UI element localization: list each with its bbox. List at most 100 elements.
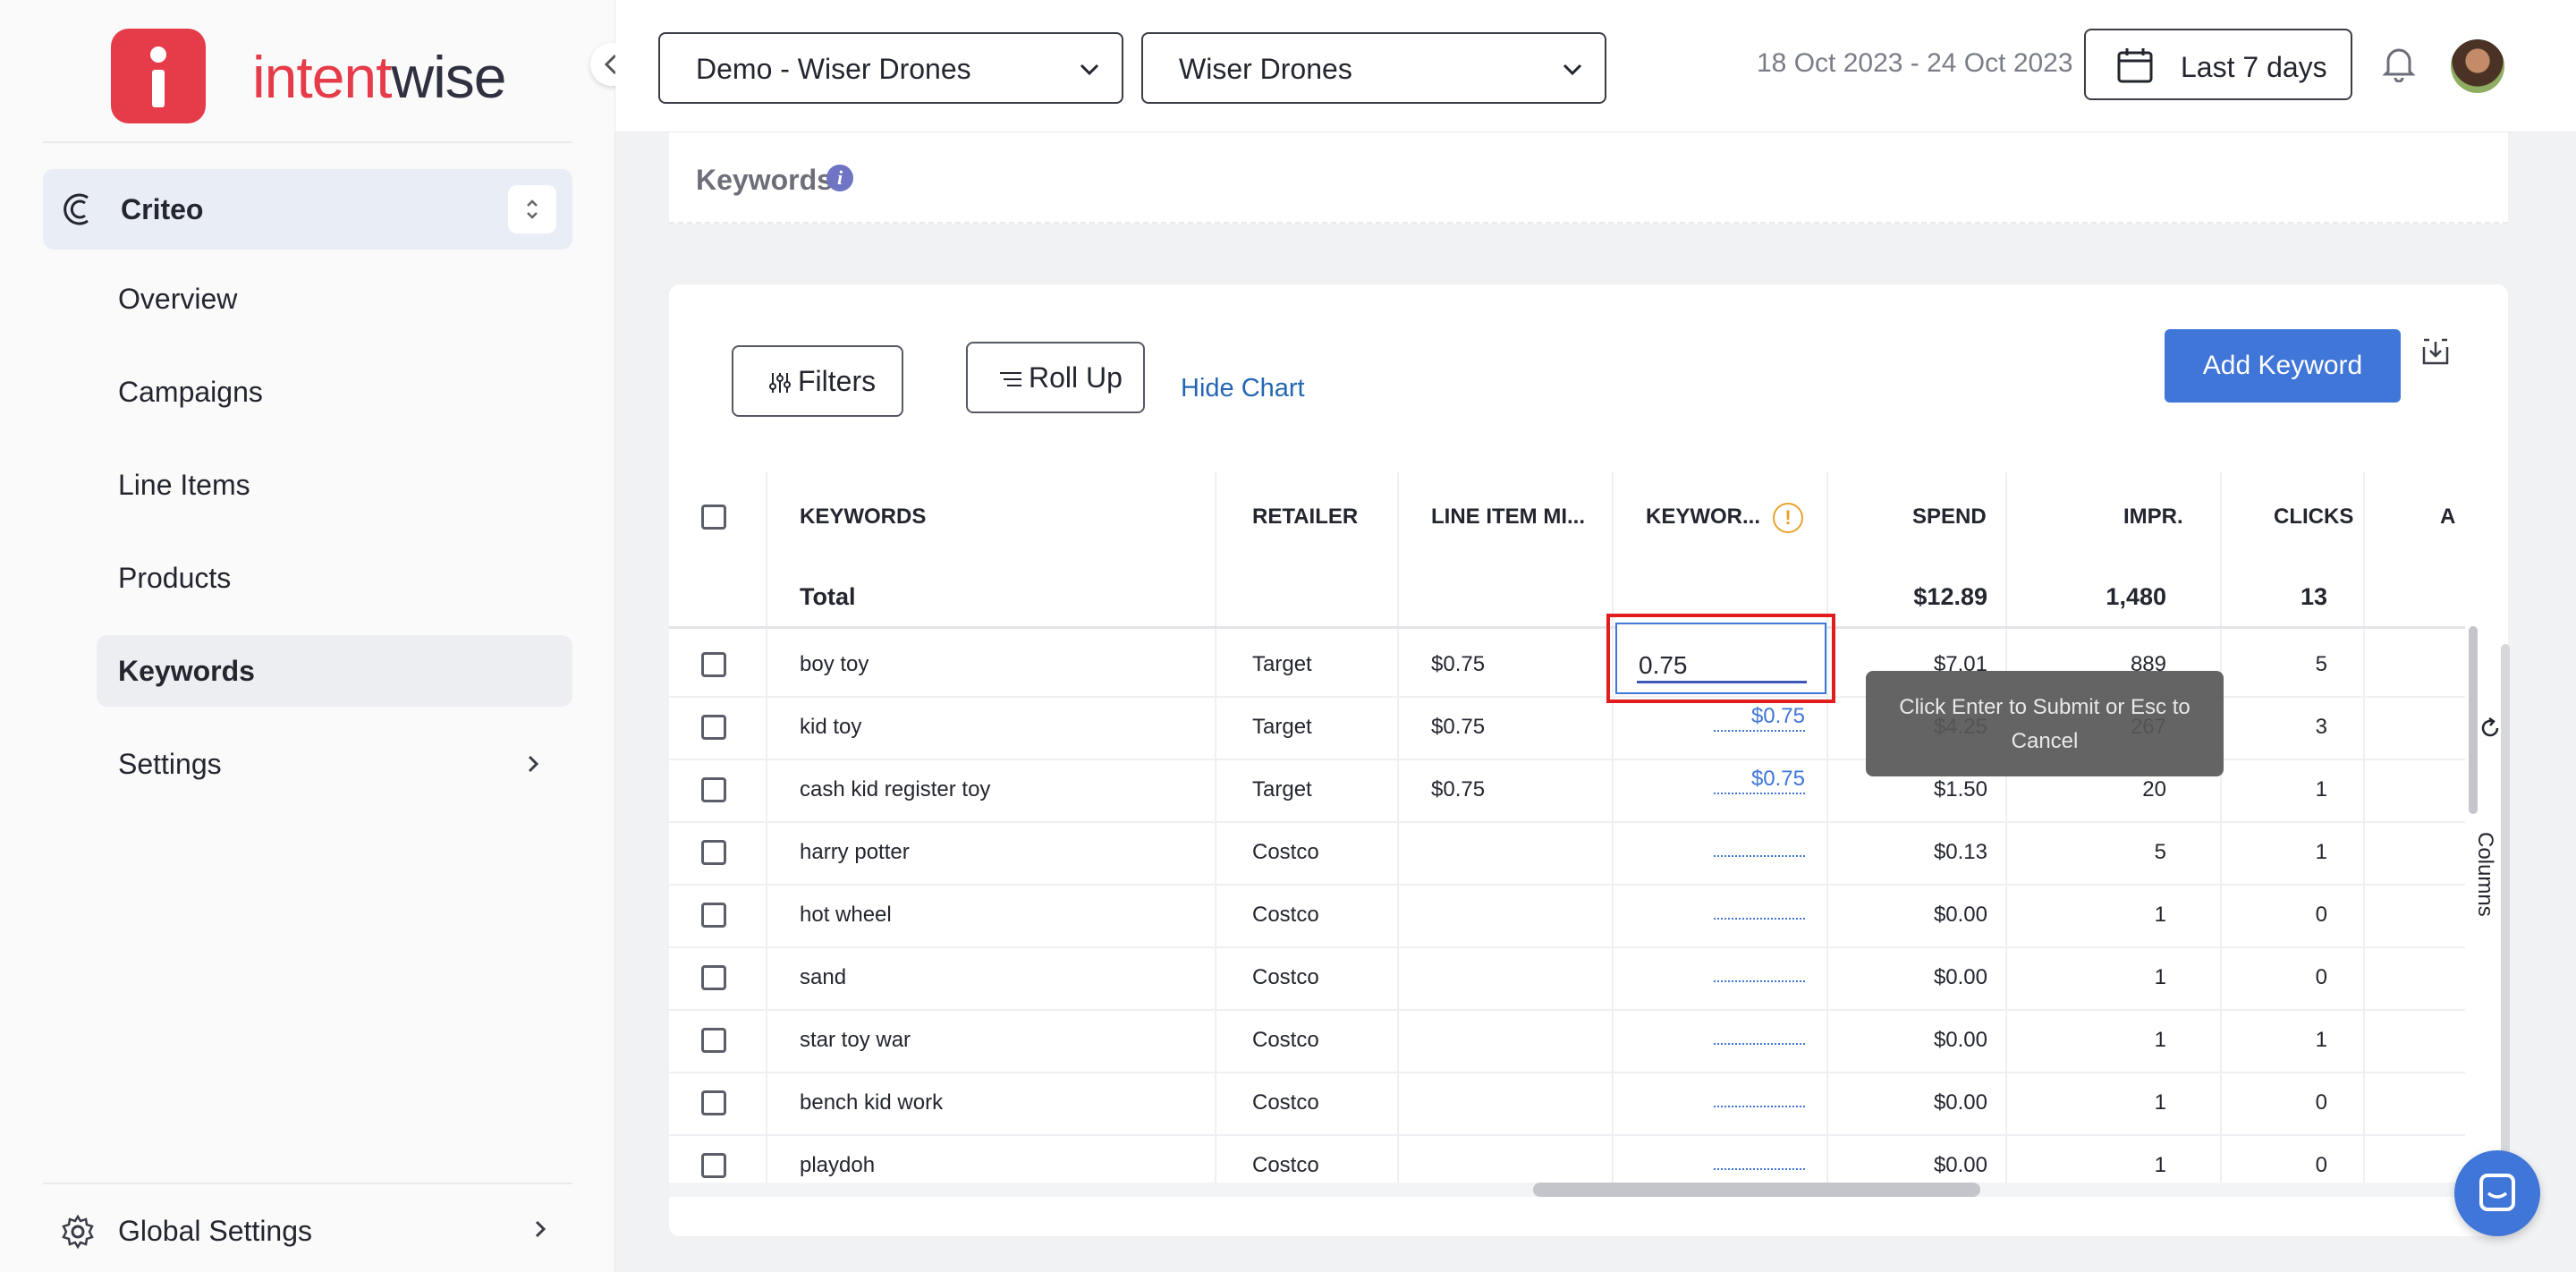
chevron-down-icon	[1563, 64, 1582, 76]
row-checkbox[interactable]	[701, 1090, 726, 1115]
row-checkbox[interactable]	[701, 965, 726, 990]
bid-edit-link[interactable]	[1714, 893, 1805, 920]
line-item-min-cell: $0.75	[1431, 777, 1486, 801]
clicks-cell: 0	[2315, 903, 2327, 927]
keyword-cell: kid toy	[800, 715, 862, 739]
spend-cell: $1.50	[1933, 777, 1987, 801]
global-settings-label: Global Settings	[118, 1215, 313, 1247]
chevron-down-icon	[1080, 64, 1099, 76]
platform-switcher[interactable]: Criteo	[43, 169, 572, 250]
platform-label: Criteo	[121, 193, 204, 225]
spend-cell: $0.13	[1933, 840, 1987, 864]
filters-button[interactable]: Filters	[732, 345, 903, 417]
row-checkbox[interactable]	[701, 777, 726, 802]
horizontal-scrollbar[interactable]	[1533, 1183, 1980, 1197]
column-header-keyword-bid[interactable]: KEYWOR...	[1646, 472, 1760, 562]
impressions-cell: 1	[2154, 965, 2166, 989]
keyword-cell: cash kid register toy	[800, 777, 991, 801]
add-keyword-button[interactable]: Add Keyword	[2165, 329, 2401, 403]
column-header-impressions[interactable]: IMPR.	[2123, 472, 2183, 562]
keyword-cell: playdoh	[800, 1153, 876, 1177]
brand-select[interactable]: Wiser Drones	[1141, 32, 1606, 104]
section-title: Keywords	[696, 164, 833, 196]
bell-icon[interactable]	[2381, 45, 2417, 82]
avatar[interactable]	[2451, 39, 2504, 93]
bid-edit-link[interactable]	[1714, 1143, 1805, 1170]
sidebar-item-settings[interactable]: Settings	[97, 728, 572, 800]
bid-edit-link[interactable]: $0.75	[1714, 705, 1805, 732]
bid-edit-link[interactable]	[1714, 1018, 1805, 1045]
clicks-cell: 3	[2315, 715, 2327, 739]
info-icon[interactable]: i	[826, 165, 853, 191]
logo-icon	[111, 29, 206, 123]
account-select[interactable]: Demo - Wiser Drones	[658, 32, 1123, 104]
platform-toggle[interactable]	[508, 185, 556, 233]
sidebar-item-campaigns[interactable]: Campaigns	[97, 356, 572, 428]
column-header-line-item-min[interactable]: LINE ITEM MI...	[1431, 472, 1585, 562]
row-checkbox[interactable]	[701, 715, 726, 740]
row-checkbox[interactable]	[701, 903, 726, 928]
impressions-cell: 20	[2142, 777, 2166, 801]
row-checkbox[interactable]	[701, 840, 726, 865]
column-header-keywords[interactable]: KEYWORDS	[800, 472, 926, 562]
download-icon[interactable]	[2420, 336, 2451, 367]
clicks-cell: 1	[2315, 1028, 2327, 1052]
retailer-cell: Costco	[1252, 965, 1319, 989]
columns-panel-toggle[interactable]: Columns	[2472, 832, 2497, 917]
column-header-more[interactable]: A	[2440, 472, 2455, 562]
vertical-scrollbar[interactable]	[2469, 626, 2478, 814]
spend-cell: $0.00	[1933, 965, 1987, 989]
bid-edit-link[interactable]	[1714, 830, 1805, 857]
retailer-cell: Target	[1252, 777, 1312, 801]
bid-edit-link[interactable]	[1714, 955, 1805, 982]
sidebar-item-products[interactable]: Products	[97, 542, 572, 614]
select-all-checkbox[interactable]	[701, 505, 726, 530]
sidebar-item-overview[interactable]: Overview	[97, 263, 572, 335]
warning-icon[interactable]: !	[1773, 503, 1803, 533]
keywords-card: Filters Roll Up Hide Chart Add Keyword K…	[669, 284, 2508, 1236]
retailer-cell: Target	[1252, 652, 1312, 676]
impressions-cell: 5	[2154, 840, 2166, 864]
hide-chart-link[interactable]: Hide Chart	[1181, 372, 1305, 404]
impressions-cell: 1	[2154, 1153, 2166, 1177]
clicks-cell: 0	[2315, 1153, 2327, 1177]
edit-tooltip: Click Enter to Submit or Esc to Cancel	[1866, 671, 2224, 776]
date-range-text: 18 Oct 2023 - 24 Oct 2023	[1757, 48, 2073, 78]
clicks-cell: 1	[2315, 777, 2327, 801]
retailer-cell: Costco	[1252, 903, 1319, 927]
total-clicks: 13	[2300, 583, 2327, 610]
column-header-clicks[interactable]: CLICKS	[2274, 472, 2353, 562]
column-header-retailer[interactable]: RETAILER	[1252, 472, 1358, 562]
clicks-cell: 0	[2315, 1090, 2327, 1115]
row-checkbox[interactable]	[701, 652, 726, 677]
rollup-button[interactable]: Roll Up	[966, 342, 1145, 413]
line-item-min-cell: $0.75	[1431, 715, 1486, 739]
retailer-cell: Costco	[1252, 1153, 1319, 1177]
row-checkbox[interactable]	[701, 1153, 726, 1178]
clicks-cell: 1	[2315, 840, 2327, 864]
impressions-cell: 1	[2154, 1090, 2166, 1115]
sidebar-item-line-items[interactable]: Line Items	[97, 449, 572, 521]
chevron-right-icon	[535, 1220, 547, 1238]
date-range-button[interactable]: Last 7 days	[2084, 29, 2352, 100]
keyword-cell: bench kid work	[800, 1090, 944, 1115]
bid-edit-link[interactable]: $0.75	[1714, 767, 1805, 794]
gear-icon	[62, 1214, 94, 1250]
keyword-cell: hot wheel	[800, 903, 892, 927]
sidebar-item-keywords[interactable]: Keywords	[97, 635, 572, 707]
bid-edit-input[interactable]: 0.75	[1615, 623, 1826, 694]
chat-button[interactable]	[2454, 1150, 2540, 1236]
brand-wordmark: intentwise	[252, 44, 507, 110]
impressions-cell: 1	[2154, 1028, 2166, 1052]
total-spend: $12.89	[1913, 583, 1987, 610]
keyword-cell: sand	[800, 965, 847, 989]
column-header-spend[interactable]: SPEND	[1912, 472, 1987, 562]
sidebar-item-global-settings[interactable]: Global Settings	[43, 1197, 572, 1265]
divider	[43, 141, 572, 143]
criteo-icon	[64, 193, 89, 225]
bid-edit-link[interactable]	[1714, 1081, 1805, 1107]
row-checkbox[interactable]	[701, 1028, 726, 1053]
impressions-cell: 1	[2154, 903, 2166, 927]
refresh-icon[interactable]	[2478, 716, 2503, 741]
sliders-icon	[769, 373, 791, 393]
